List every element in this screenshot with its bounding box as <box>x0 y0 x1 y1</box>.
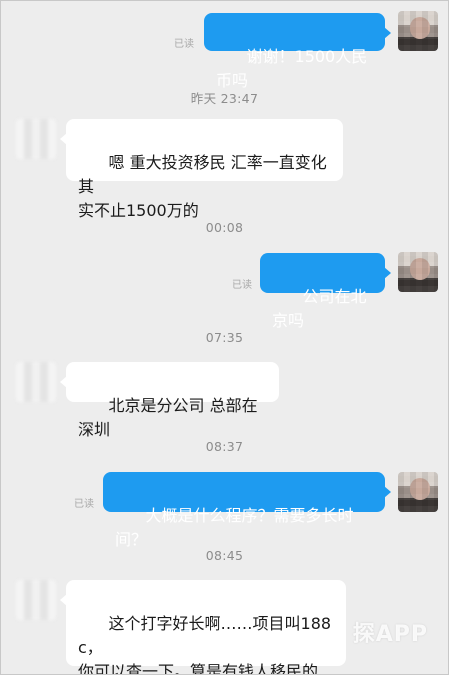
incoming-message-bubble[interactable]: 这个打字好长啊……项目叫188c， 你可以查一下。算是有钱人移民的 首选。 <box>60 580 346 674</box>
timestamp: 08:45 <box>205 548 244 563</box>
message-text: 嗯 重大投资移民 汇率一直变化 其 实不止1500万的 <box>78 153 327 220</box>
self-avatar[interactable] <box>398 11 438 51</box>
timestamp: 00:08 <box>205 220 244 235</box>
read-receipt: 已读 <box>232 280 252 291</box>
timestamp: 昨天 23:47 <box>190 91 259 106</box>
self-avatar[interactable] <box>398 472 438 512</box>
read-receipt: 已读 <box>74 499 94 510</box>
message-text: 公司在北京吗 <box>272 287 367 330</box>
contact-avatar[interactable] <box>16 362 56 402</box>
message-text: 北京是分公司 总部在深圳 <box>78 396 258 439</box>
outgoing-message-bubble[interactable]: 谢谢！1500人民币吗 <box>204 13 391 90</box>
read-receipt: 已读 <box>174 39 194 50</box>
outgoing-message-bubble[interactable]: 公司在北京吗 <box>260 253 391 330</box>
message-list[interactable]: 已读 谢谢！1500人民币吗 昨天 23:47 嗯 重大投资移民 汇率一直变化 … <box>1 1 448 674</box>
timestamp: 07:35 <box>205 330 244 345</box>
message-text: 这个打字好长啊……项目叫188c， 你可以查一下。算是有钱人移民的 首选。 <box>78 614 332 675</box>
incoming-message-bubble[interactable]: 嗯 重大投资移民 汇率一直变化 其 实不止1500万的 <box>60 119 343 220</box>
message-text: 大概是什么程序？需要多长时间？ <box>115 506 354 549</box>
watermark: 探APP <box>352 622 428 647</box>
message-text: 谢谢！1500人民币吗 <box>216 47 368 90</box>
outgoing-message-bubble[interactable]: 大概是什么程序？需要多长时间？ <box>103 472 391 549</box>
contact-avatar[interactable] <box>16 580 56 620</box>
self-avatar[interactable] <box>398 252 438 292</box>
incoming-message-bubble[interactable]: 北京是分公司 总部在深圳 <box>60 362 279 439</box>
timestamp: 08:37 <box>205 439 244 454</box>
contact-avatar[interactable] <box>16 119 56 159</box>
chat-window: 已读 谢谢！1500人民币吗 昨天 23:47 嗯 重大投资移民 汇率一直变化 … <box>0 0 449 675</box>
